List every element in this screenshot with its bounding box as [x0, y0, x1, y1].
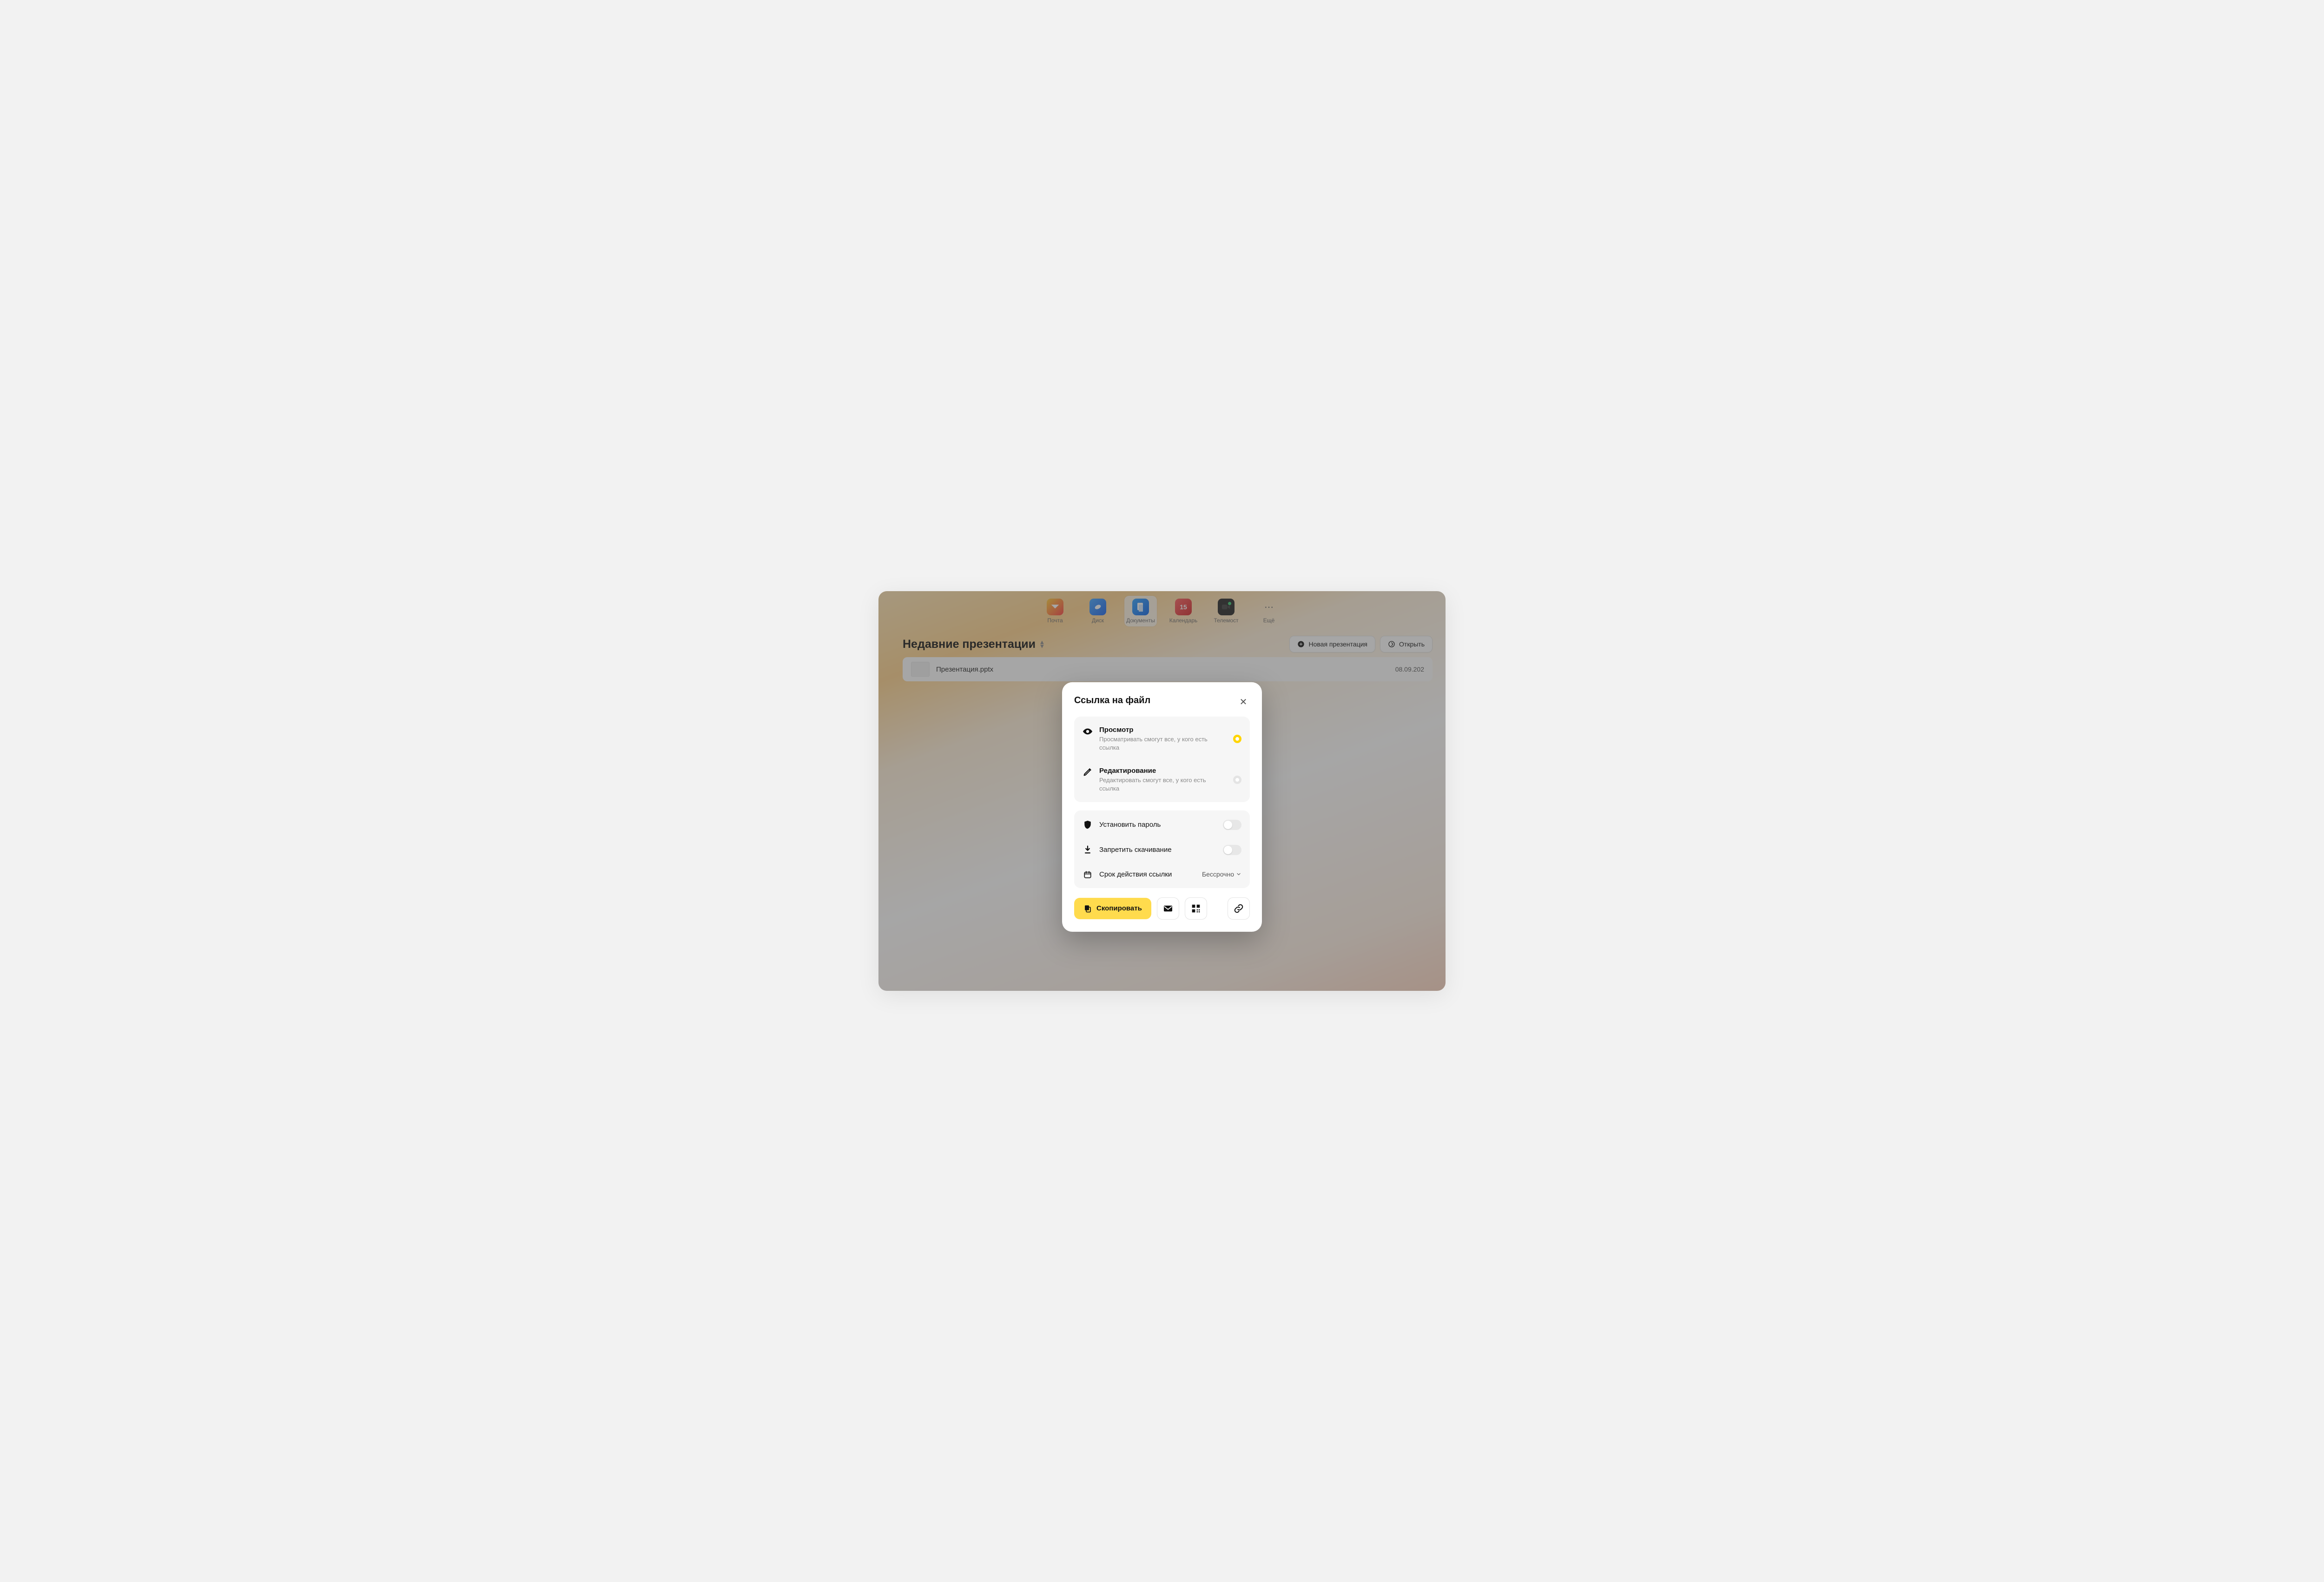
setting-label: Установить пароль: [1099, 821, 1216, 829]
chevron-down-icon: [1236, 871, 1241, 877]
nodownload-toggle[interactable]: [1223, 844, 1241, 855]
mail-icon: [1163, 904, 1173, 912]
pencil-icon: [1083, 767, 1093, 777]
app-frame: Почта Диск Документы 15 Календарь Телемо…: [878, 591, 1446, 991]
copy-button[interactable]: Скопировать: [1074, 897, 1151, 919]
shield-icon: [1083, 820, 1093, 830]
option-title: Редактирование: [1099, 767, 1227, 775]
option-desc: Редактировать смогут все, у кого есть сс…: [1099, 776, 1220, 792]
expiry-value: Бессрочно: [1202, 870, 1234, 878]
setting-password: Установить пароль: [1074, 812, 1250, 837]
modal-footer: Скопировать: [1074, 897, 1250, 919]
setting-nodownload: Запретить скачивание: [1074, 837, 1250, 862]
setting-expiry: Срок действия ссылки Бессрочно: [1074, 862, 1250, 886]
radio-edit[interactable]: [1233, 776, 1241, 784]
close-icon: ✕: [1240, 696, 1248, 708]
copy-icon: [1083, 904, 1092, 912]
option-desc: Просматривать смогут все, у кого есть сс…: [1099, 735, 1220, 751]
email-button[interactable]: [1157, 897, 1179, 919]
close-button[interactable]: ✕: [1237, 695, 1250, 708]
link-icon: [1234, 903, 1244, 913]
password-toggle[interactable]: [1223, 819, 1241, 830]
modal-title: Ссылка на файл: [1074, 695, 1150, 706]
radio-view[interactable]: [1233, 735, 1241, 743]
option-view[interactable]: Просмотр Просматривать смогут все, у ког…: [1074, 718, 1250, 759]
link-settings-button[interactable]: [1228, 897, 1250, 919]
calendar-outline-icon: [1083, 870, 1093, 878]
qr-button[interactable]: [1185, 897, 1207, 919]
eye-icon: [1083, 726, 1093, 737]
button-label: Скопировать: [1096, 904, 1142, 912]
option-title: Просмотр: [1099, 726, 1227, 734]
expiry-select[interactable]: Бессрочно: [1202, 870, 1241, 878]
option-edit[interactable]: Редактирование Редактировать смогут все,…: [1074, 759, 1250, 800]
share-link-modal: Ссылка на файл ✕ Просмотр Просматривать …: [1062, 682, 1262, 931]
settings-panel: Установить пароль Запретить скачивание С…: [1074, 810, 1250, 888]
setting-label: Запретить скачивание: [1099, 846, 1216, 854]
download-icon: [1083, 845, 1093, 855]
access-options-panel: Просмотр Просматривать смогут все, у ког…: [1074, 717, 1250, 802]
qr-icon: [1191, 903, 1201, 913]
setting-label: Срок действия ссылки: [1099, 870, 1195, 878]
